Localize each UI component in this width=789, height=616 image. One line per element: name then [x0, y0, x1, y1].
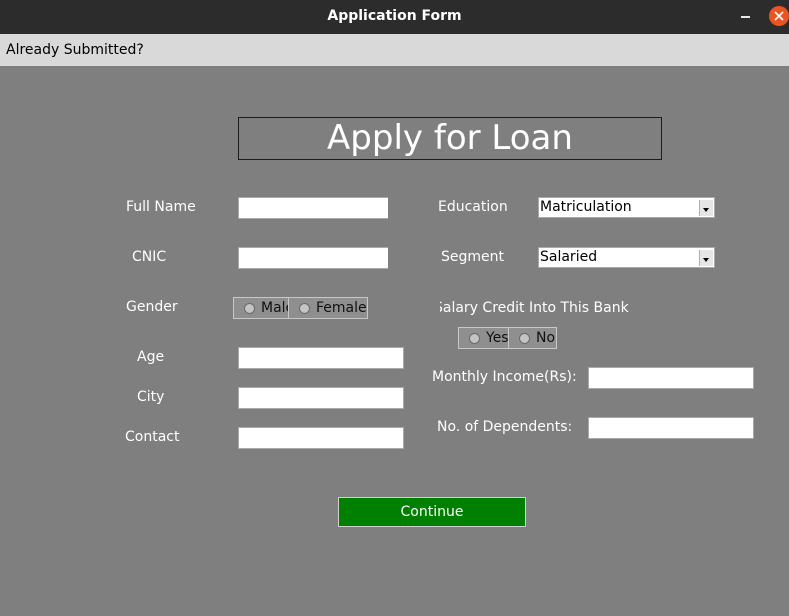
radio-indicator-icon: [469, 333, 480, 344]
cnic-label: CNIC: [132, 249, 167, 265]
full-name-input[interactable]: [238, 197, 388, 219]
radio-indicator-icon: [244, 303, 255, 314]
menu-bar: Already Submitted?: [0, 34, 789, 66]
salary-credit-no-label: No: [536, 330, 556, 346]
contact-label: Contact: [125, 429, 180, 445]
segment-select[interactable]: Salaried: [538, 247, 715, 268]
segment-selected-value: Salaried: [540, 249, 598, 265]
age-label: Age: [137, 349, 165, 365]
window-title: Application Form: [327, 8, 462, 24]
page-heading: Apply for Loan: [238, 117, 662, 160]
gender-female-label: Female: [316, 300, 367, 316]
gender-male-label: Male: [261, 300, 291, 316]
chevron-down-icon[interactable]: [699, 200, 713, 216]
segment-label: Segment: [441, 249, 504, 265]
close-icon[interactable]: [769, 6, 789, 26]
salary-credit-no-radio[interactable]: No: [508, 327, 557, 349]
cnic-input[interactable]: [238, 247, 388, 269]
radio-indicator-icon: [519, 333, 530, 344]
salary-credit-label: Salary Credit Into This Bank: [440, 300, 629, 316]
age-input[interactable]: [238, 347, 404, 369]
menu-item-already-submitted[interactable]: Already Submitted?: [6, 42, 144, 58]
city-label: City: [137, 389, 165, 405]
contact-input[interactable]: [238, 427, 404, 449]
salary-credit-label-clip: Salary Credit Into This Bank: [440, 298, 640, 318]
gender-female-radio[interactable]: Female: [288, 297, 368, 319]
salary-credit-yes-label: Yes: [486, 330, 509, 346]
monthly-income-input[interactable]: [588, 367, 754, 389]
education-label: Education: [438, 199, 508, 215]
gender-male-radio[interactable]: Male: [233, 297, 291, 319]
education-select[interactable]: Matriculation: [538, 197, 715, 218]
dependents-label: No. of Dependents:: [437, 419, 573, 435]
radio-indicator-icon: [299, 303, 310, 314]
chevron-down-icon[interactable]: [699, 250, 713, 266]
full-name-label: Full Name: [126, 199, 196, 215]
window-titlebar: Application Form: [0, 0, 789, 34]
education-selected-value: Matriculation: [540, 199, 632, 215]
salary-credit-yes-radio[interactable]: Yes: [458, 327, 511, 349]
dependents-input[interactable]: [588, 417, 754, 439]
city-input[interactable]: [238, 387, 404, 409]
minimize-icon[interactable]: [741, 16, 750, 18]
gender-label: Gender: [126, 299, 178, 315]
continue-button[interactable]: Continue: [338, 497, 526, 527]
monthly-income-label: Monthly Income(Rs):: [432, 369, 577, 385]
